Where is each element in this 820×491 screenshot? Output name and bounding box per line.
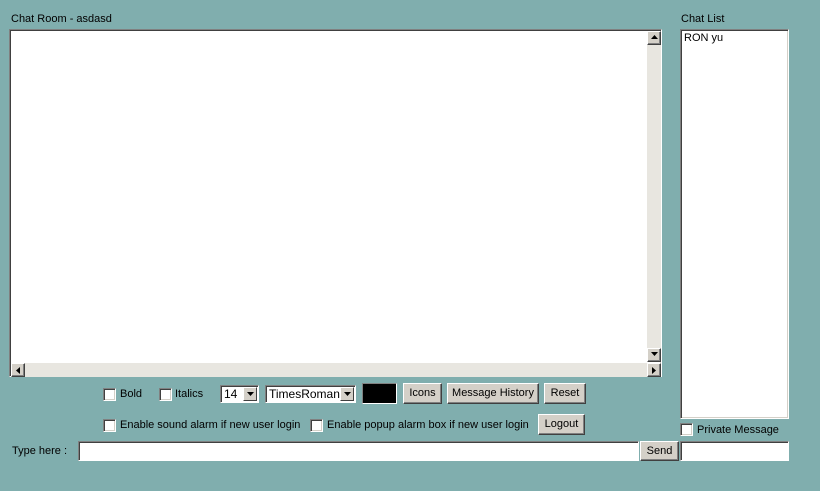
chat-room-title: Chat Room - asdasd — [11, 13, 112, 25]
private-message-label: Private Message — [697, 424, 779, 436]
logout-button[interactable]: Logout — [538, 414, 585, 435]
font-family-dropdown-button[interactable] — [340, 387, 354, 401]
font-family-select[interactable]: TimesRoman — [265, 385, 356, 403]
arrow-up-icon — [651, 35, 658, 39]
arrow-right-icon — [652, 367, 656, 374]
chevron-down-icon — [344, 392, 351, 396]
send-button[interactable]: Send — [640, 441, 679, 461]
chat-horizontal-scrollbar[interactable] — [11, 363, 661, 377]
private-message-recipient-input[interactable] — [680, 441, 789, 461]
chat-list-title: Chat List — [681, 13, 725, 25]
italics-label: Italics — [175, 388, 204, 400]
scroll-left-button[interactable] — [11, 363, 25, 377]
message-input[interactable] — [78, 441, 639, 461]
chevron-down-icon — [247, 392, 254, 396]
italics-checkbox[interactable] — [159, 388, 172, 401]
sound-alarm-checkbox[interactable] — [103, 419, 116, 432]
chat-list-item[interactable]: RON yu — [684, 32, 723, 45]
arrow-left-icon — [16, 367, 20, 374]
scroll-down-button[interactable] — [647, 348, 661, 362]
scroll-right-button[interactable] — [647, 363, 661, 377]
private-message-checkbox[interactable] — [680, 423, 693, 436]
bold-label: Bold — [120, 388, 143, 400]
scroll-up-button[interactable] — [647, 31, 661, 45]
chat-list-box[interactable]: RON yu — [680, 29, 789, 419]
font-size-dropdown-button[interactable] — [243, 387, 257, 401]
font-size-value: 14 — [224, 387, 238, 401]
popup-alarm-checkbox[interactable] — [310, 419, 323, 432]
chat-messages-area[interactable] — [9, 29, 662, 377]
chat-vertical-scrollbar[interactable] — [647, 31, 661, 362]
font-size-select[interactable]: 14 — [220, 385, 259, 403]
type-here-label: Type here : — [12, 445, 68, 457]
bold-checkbox[interactable] — [103, 388, 116, 401]
arrow-down-icon — [651, 352, 658, 356]
message-history-button[interactable]: Message History — [447, 383, 539, 404]
reset-button[interactable]: Reset — [544, 383, 586, 404]
text-color-button[interactable] — [362, 383, 397, 404]
icons-button[interactable]: Icons — [403, 383, 442, 404]
sound-alarm-label: Enable sound alarm if new user login — [120, 419, 301, 431]
font-family-value: TimesRoman — [269, 387, 340, 401]
popup-alarm-label: Enable popup alarm box if new user login — [327, 419, 529, 431]
